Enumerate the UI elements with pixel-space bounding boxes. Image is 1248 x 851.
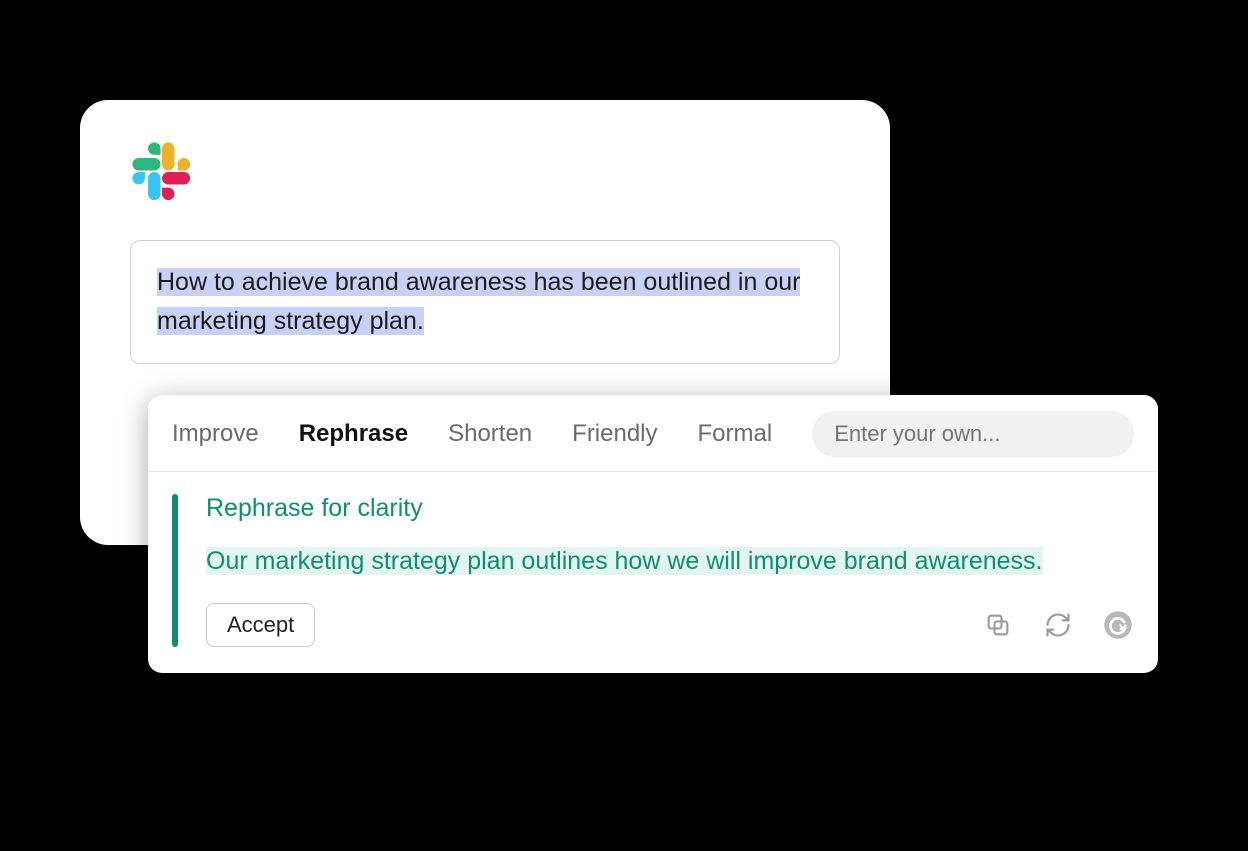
tab-friendly[interactable]: Friendly (572, 420, 657, 448)
grammarly-icon[interactable] (1102, 609, 1134, 641)
tab-improve[interactable]: Improve (172, 420, 259, 448)
suggestion-text: Our marketing strategy plan outlines how… (206, 543, 1134, 581)
copy-icon[interactable] (982, 609, 1014, 641)
body-content: Rephrase for clarity Our marketing strat… (206, 494, 1134, 647)
tabs-row: Improve Rephrase Shorten Friendly Formal (148, 395, 1158, 472)
actions-row: Accept (206, 603, 1134, 647)
tab-shorten[interactable]: Shorten (448, 420, 532, 448)
accent-bar (172, 494, 178, 647)
suggestion-body: Rephrase for clarity Our marketing strat… (148, 472, 1158, 673)
suggestion-title: Rephrase for clarity (206, 494, 1134, 523)
tab-formal[interactable]: Formal (698, 420, 773, 448)
message-input[interactable]: How to achieve brand awareness has been … (130, 240, 840, 364)
accept-button[interactable]: Accept (206, 603, 315, 647)
tab-rephrase[interactable]: Rephrase (299, 420, 408, 448)
icon-group (982, 609, 1134, 641)
suggestion-card: Improve Rephrase Shorten Friendly Formal… (148, 395, 1158, 673)
slack-logo-icon (130, 140, 190, 200)
custom-prompt-input[interactable] (812, 411, 1134, 457)
selected-text: How to achieve brand awareness has been … (157, 268, 800, 335)
refresh-icon[interactable] (1042, 609, 1074, 641)
